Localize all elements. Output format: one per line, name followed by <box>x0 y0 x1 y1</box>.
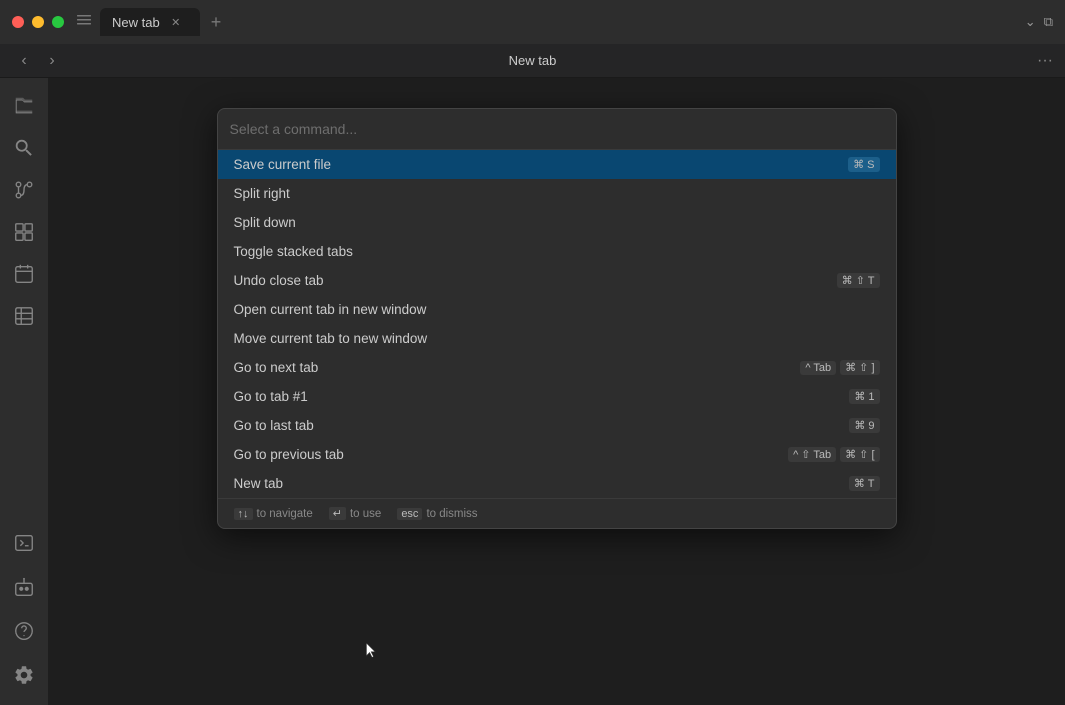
list-item[interactable]: Go to previous tab ^ ⇧ Tab ⌘ ⇧ [ <box>218 440 896 469</box>
back-button[interactable]: ‹ <box>12 49 36 73</box>
command-label: Go to next tab <box>234 360 319 375</box>
command-shortcut: ^ Tab ⌘ ⇧ ] <box>800 360 879 375</box>
tab-list-icon[interactable]: ⌄ <box>1025 14 1036 30</box>
shortcut-kbd: ^ Tab <box>800 361 836 375</box>
robot-icon[interactable] <box>4 567 44 607</box>
dismiss-kbd: esc <box>397 508 422 520</box>
shortcut-kbd: ⌘ 1 <box>849 389 879 404</box>
maximize-button[interactable] <box>52 16 64 28</box>
list-item[interactable]: Move current tab to new window <box>218 324 896 353</box>
use-kbd: ↵ <box>329 507 346 520</box>
command-shortcut: ⌘ 1 <box>849 389 879 404</box>
command-label: Open current tab in new window <box>234 302 427 317</box>
navigate-hint: ↑↓ to navigate <box>234 508 313 520</box>
cursor <box>364 643 380 664</box>
shortcut-kbd: ⌘ ⇧ ] <box>840 360 879 375</box>
toolbar: ‹ › New tab ··· <box>0 44 1065 78</box>
command-label: Save current file <box>234 157 332 172</box>
activity-bar <box>0 78 48 705</box>
list-item[interactable]: Split down <box>218 208 896 237</box>
source-control-icon[interactable] <box>4 170 44 210</box>
command-label: New tab <box>234 476 284 491</box>
list-item[interactable]: New tab ⌘ T <box>218 469 896 498</box>
command-footer: ↑↓ to navigate ↵ to use esc to dismiss <box>218 498 896 528</box>
explorer-icon[interactable] <box>4 86 44 126</box>
tab-label: New tab <box>112 15 160 30</box>
list-item[interactable]: Open current tab in new window <box>218 295 896 324</box>
forward-button[interactable]: › <box>40 49 64 73</box>
dismiss-label: to dismiss <box>426 508 477 520</box>
extensions-icon[interactable] <box>4 212 44 252</box>
shortcut-kbd: ^ ⇧ Tab <box>788 447 836 462</box>
command-label: Toggle stacked tabs <box>234 244 353 259</box>
shortcut-kbd: ⌘ ⇧ T <box>837 273 880 288</box>
pages-icon[interactable] <box>4 296 44 336</box>
list-item[interactable]: Go to tab #1 ⌘ 1 <box>218 382 896 411</box>
shortcut-kbd: ⌘ 9 <box>849 418 879 433</box>
command-shortcut: ⌘ T <box>849 476 880 491</box>
close-button[interactable] <box>12 16 24 28</box>
command-label: Go to previous tab <box>234 447 344 462</box>
tab-bar: New tab ✕ + <box>100 8 1025 36</box>
list-item[interactable]: Go to last tab ⌘ 9 <box>218 411 896 440</box>
command-shortcut: ⌘ S <box>848 157 879 172</box>
command-palette: Save current file ⌘ S Split right Split … <box>217 108 897 529</box>
command-label: Split down <box>234 215 296 230</box>
shortcut-kbd: ⌘ S <box>848 157 879 172</box>
list-item[interactable]: Split right <box>218 179 896 208</box>
tab-close-button[interactable]: ✕ <box>168 14 184 30</box>
titlebar: New tab ✕ + ⌄ ⧉ <box>0 0 1065 44</box>
split-editor-icon[interactable]: ⧉ <box>1044 14 1053 30</box>
tab-right-controls: ⌄ ⧉ <box>1025 14 1053 30</box>
tab-new-tab[interactable]: New tab ✕ <box>100 8 200 36</box>
command-label: Undo close tab <box>234 273 324 288</box>
traffic-lights <box>12 16 64 28</box>
sidebar-toggle-icon[interactable] <box>76 12 92 33</box>
help-icon[interactable] <box>4 611 44 651</box>
content-area: Save current file ⌘ S Split right Split … <box>48 78 1065 705</box>
dismiss-hint: esc to dismiss <box>397 508 477 520</box>
use-label: to use <box>350 508 381 520</box>
page-title: New tab <box>509 53 557 68</box>
list-item[interactable]: Toggle stacked tabs <box>218 237 896 266</box>
calendar-icon[interactable] <box>4 254 44 294</box>
activity-bottom <box>4 523 44 697</box>
command-list: Save current file ⌘ S Split right Split … <box>218 150 896 498</box>
command-shortcut: ⌘ 9 <box>849 418 879 433</box>
command-shortcut: ⌘ ⇧ T <box>837 273 880 288</box>
list-item[interactable]: Undo close tab ⌘ ⇧ T <box>218 266 896 295</box>
navigate-label: to navigate <box>257 508 313 520</box>
command-label: Go to tab #1 <box>234 389 308 404</box>
command-search-input[interactable] <box>230 117 884 141</box>
command-label: Move current tab to new window <box>234 331 428 346</box>
main-layout: Save current file ⌘ S Split right Split … <box>0 78 1065 705</box>
settings-icon[interactable] <box>4 655 44 695</box>
shortcut-kbd: ⌘ T <box>849 476 880 491</box>
minimize-button[interactable] <box>32 16 44 28</box>
list-item[interactable]: Save current file ⌘ S <box>218 150 896 179</box>
navigate-kbd: ↑↓ <box>234 508 253 520</box>
use-hint: ↵ to use <box>329 507 382 520</box>
terminal-icon[interactable] <box>4 523 44 563</box>
command-shortcut: ^ ⇧ Tab ⌘ ⇧ [ <box>788 447 879 462</box>
list-item[interactable]: Go to next tab ^ Tab ⌘ ⇧ ] <box>218 353 896 382</box>
command-input-wrapper <box>218 109 896 150</box>
search-icon[interactable] <box>4 128 44 168</box>
new-tab-button[interactable]: + <box>204 10 228 34</box>
command-label: Go to last tab <box>234 418 314 433</box>
more-options-button[interactable]: ··· <box>1037 52 1053 70</box>
command-label: Split right <box>234 186 290 201</box>
shortcut-kbd: ⌘ ⇧ [ <box>840 447 879 462</box>
